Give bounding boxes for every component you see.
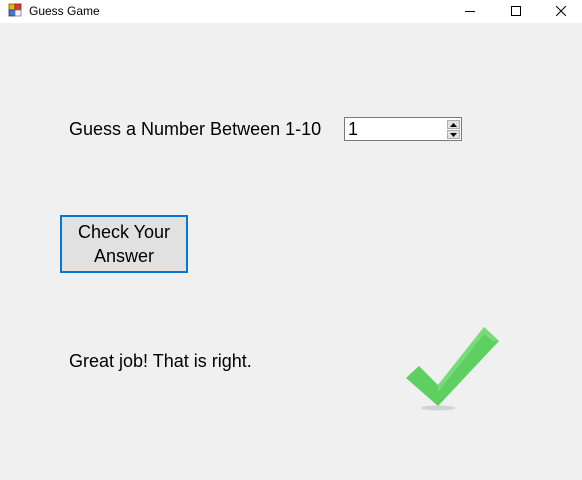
spin-down-button[interactable] [447, 130, 460, 139]
checkmark-icon [406, 327, 499, 411]
guess-number-input[interactable] [348, 119, 444, 139]
arrow-down-icon [450, 132, 457, 137]
guess-game-window: Guess Game Guess a Number Between 1-10 1… [0, 0, 582, 480]
title-bar[interactable]: Guess Game [0, 0, 582, 23]
arrow-up-icon [450, 122, 457, 127]
maximize-icon [511, 6, 521, 16]
result-message: Great job! That is right. [69, 351, 252, 371]
spin-up-button[interactable] [447, 120, 460, 129]
app-icon [8, 3, 22, 17]
minimize-button[interactable] [447, 0, 493, 22]
prompt-label: Guess a Number Between 1-10 [69, 119, 322, 139]
close-button[interactable] [538, 0, 582, 22]
window-title: Guess Game [29, 4, 100, 18]
close-icon [556, 6, 566, 16]
minimize-icon [465, 11, 475, 12]
check-answer-button[interactable]: Check Your Answer [60, 215, 188, 273]
guess-number-spinner[interactable] [344, 117, 462, 141]
maximize-button[interactable] [493, 0, 539, 22]
